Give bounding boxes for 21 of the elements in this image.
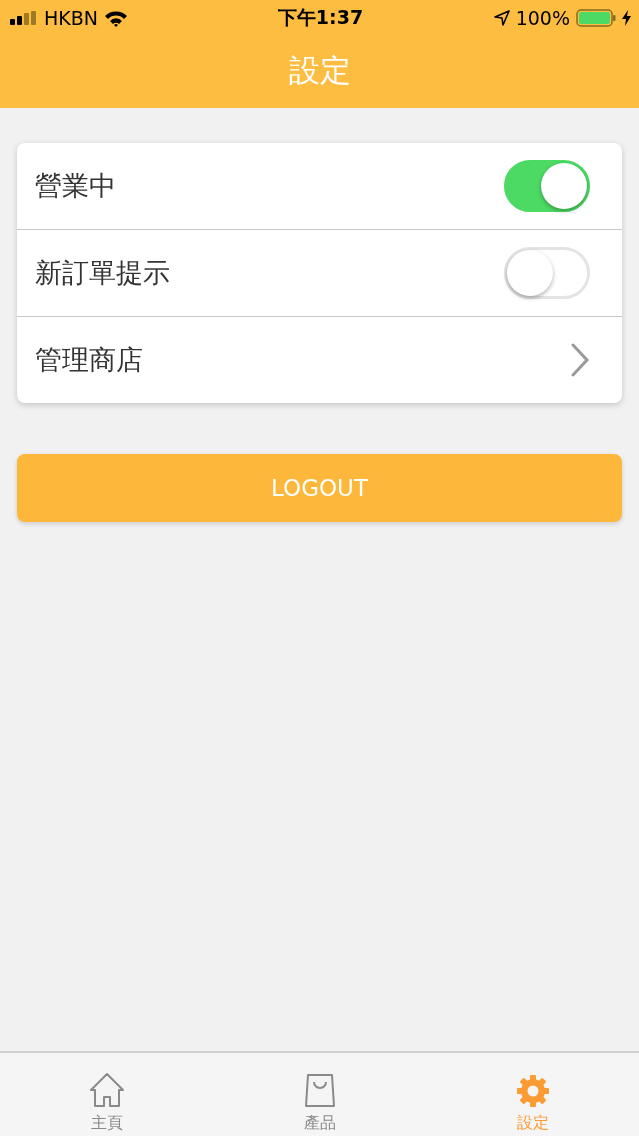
toggle-switch[interactable]: [504, 247, 590, 299]
location-arrow-icon: [493, 10, 510, 26]
logout-button[interactable]: LOGOUT: [17, 454, 622, 522]
tab-bar-item[interactable]: 主頁: [0, 1053, 213, 1136]
setting-label: 營業中: [35, 169, 116, 203]
battery-percent: 100%: [515, 7, 570, 29]
settings-icon: [514, 1073, 551, 1109]
charging-bolt-icon: [622, 10, 631, 26]
page-title: 設定: [288, 51, 351, 90]
shopping-bag-icon: [302, 1073, 337, 1109]
toggle-switch[interactable]: [504, 160, 590, 212]
chevron-right-icon[interactable]: [570, 343, 590, 377]
signal-icon: [10, 11, 38, 25]
setting-label: 管理商店: [35, 343, 143, 377]
tab-bar-item[interactable]: 設定: [426, 1053, 639, 1136]
tab-bar-item[interactable]: 產品: [213, 1053, 426, 1136]
setting-label: 新訂單提示: [35, 256, 170, 290]
clock: 下午1:37: [277, 5, 364, 30]
carrier-name: HKBN: [44, 7, 98, 29]
battery-icon: [576, 9, 616, 27]
wifi-icon: [104, 9, 128, 27]
